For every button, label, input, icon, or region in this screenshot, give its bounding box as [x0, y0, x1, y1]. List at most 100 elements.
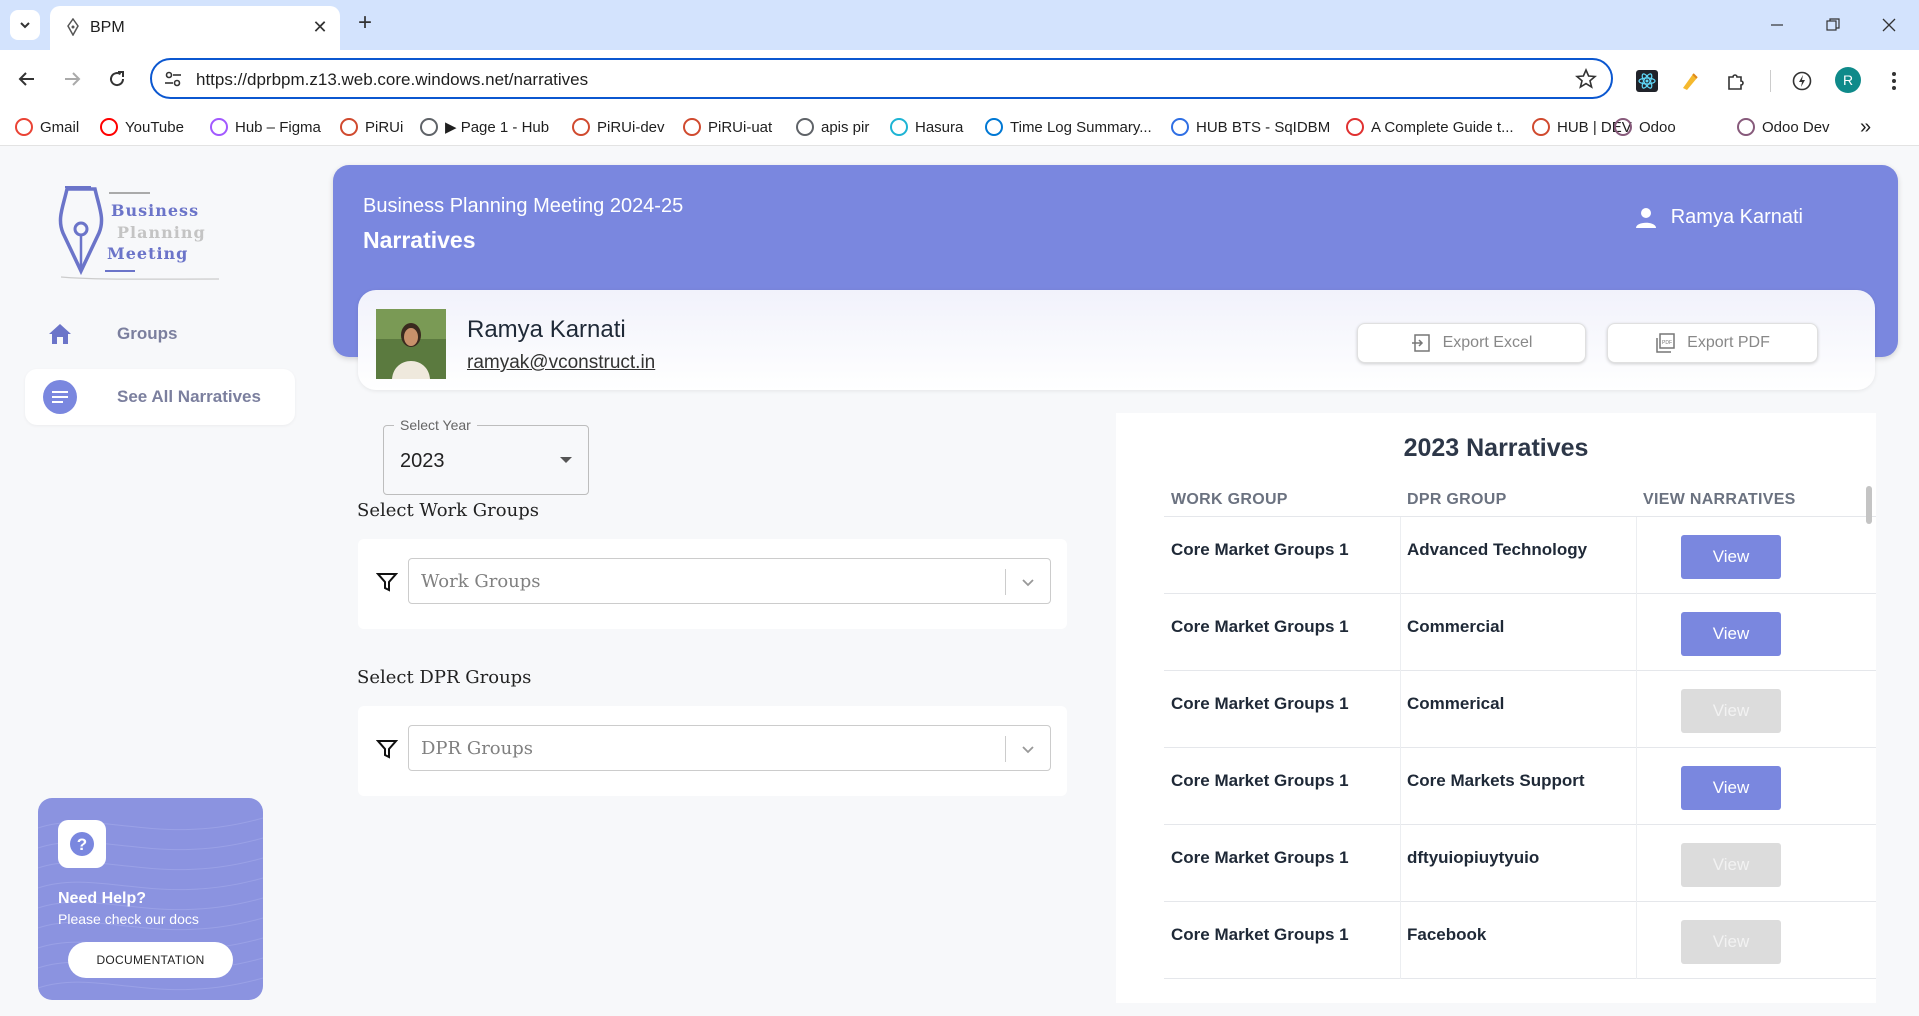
browser-menu-icon[interactable]	[1882, 69, 1906, 93]
bookmark-label: Hub – Figma	[235, 118, 321, 136]
column-header-work-group: WORK GROUP	[1171, 491, 1288, 508]
list-icon	[43, 380, 77, 414]
more-bookmarks-button[interactable]: »	[1860, 116, 1871, 138]
sidebar-item-see-all-narratives[interactable]: See All Narratives	[25, 369, 295, 425]
table-row: Core Market Groups 1 Core Markets Support…	[1164, 748, 1876, 825]
browser-toolbar: https://dprbpm.z13.web.core.windows.net/…	[0, 50, 1919, 108]
bookmark-item[interactable]: Time Log Summary...	[985, 116, 1152, 138]
select-separator	[1005, 736, 1006, 762]
back-button[interactable]	[13, 65, 41, 93]
close-icon[interactable]: ✕	[310, 17, 330, 37]
cell-work-group: Core Market Groups 1	[1171, 925, 1349, 944]
address-bar[interactable]: https://dprbpm.z13.web.core.windows.net/…	[150, 58, 1613, 99]
table-row: Core Market Groups 1 Commercial View	[1164, 594, 1876, 671]
cell-dpr-group: Advanced Technology	[1407, 540, 1588, 559]
column-divider	[1636, 594, 1637, 671]
forward-button[interactable]	[58, 65, 86, 93]
view-narrative-button[interactable]: View	[1681, 766, 1781, 810]
chevron-down-icon	[20, 22, 30, 29]
toolbar-divider	[1770, 70, 1771, 92]
bookmark-item[interactable]: PiRUi-uat	[683, 116, 772, 138]
cell-work-group: Core Market Groups 1	[1171, 540, 1349, 559]
view-narrative-button: View	[1681, 843, 1781, 887]
profile-avatar[interactable]: R	[1835, 67, 1861, 93]
db-icon	[1171, 118, 1189, 136]
column-divider	[1400, 517, 1401, 594]
profile-email-link[interactable]: ramyak@vconstruct.in	[467, 352, 655, 374]
bookmark-item[interactable]: Hasura	[890, 116, 963, 138]
documentation-button[interactable]: DOCUMENTATION	[68, 942, 233, 978]
minimize-button[interactable]	[1762, 12, 1792, 38]
view-narrative-button[interactable]: View	[1681, 535, 1781, 579]
bookmark-item[interactable]: ▶ Page 1 - Hub	[420, 116, 549, 138]
header-subtitle: Business Planning Meeting 2024-25	[363, 195, 684, 217]
bookmark-item[interactable]: apis pir	[796, 116, 869, 138]
column-header-view-narratives: VIEW NARRATIVES	[1643, 491, 1796, 508]
page-title: Narratives	[363, 227, 476, 253]
pen-icon	[796, 118, 814, 136]
bookmark-item[interactable]: Gmail	[15, 116, 79, 138]
dpr-groups-select[interactable]: DPR Groups	[408, 725, 1051, 771]
react-devtools-icon[interactable]	[1635, 69, 1659, 93]
bookmark-item[interactable]: Odoo Dev	[1737, 116, 1830, 138]
new-tab-button[interactable]: +	[352, 11, 378, 37]
svg-text:PDF: PDF	[1662, 340, 1672, 346]
bookmark-item[interactable]: PiRUi	[340, 116, 403, 138]
narratives-table-panel: 2023 Narratives WORK GROUP DPR GROUP VIE…	[1116, 413, 1876, 1003]
cell-dpr-group: dftyuiopiuytyuio	[1407, 848, 1540, 867]
pirui-icon	[1532, 118, 1550, 136]
export-excel-button[interactable]: Export Excel	[1357, 323, 1586, 363]
view-narrative-button: View	[1681, 689, 1781, 733]
year-select[interactable]: Select Year 2023	[383, 417, 589, 495]
cell-dpr-group: Core Markets Support	[1407, 771, 1585, 790]
export-pdf-button[interactable]: PDF Export PDF	[1607, 323, 1818, 363]
svg-text:?: ?	[77, 835, 87, 854]
bookmark-label: ▶ Page 1 - Hub	[445, 119, 550, 136]
tab-search-button[interactable]	[10, 10, 40, 40]
dpr-groups-filter-card: DPR Groups	[358, 706, 1067, 796]
extensions-puzzle-icon[interactable]	[1724, 69, 1748, 93]
cell-work-group: Core Market Groups 1	[1171, 617, 1349, 636]
bookmark-item[interactable]: Hub – Figma	[210, 116, 321, 138]
tab-strip: BPM ✕ +	[0, 0, 1919, 50]
bookmark-item[interactable]: Odoo	[1614, 116, 1676, 138]
tab-bpm[interactable]: BPM ✕	[50, 6, 340, 50]
chevron-down-icon	[1022, 746, 1034, 754]
cell-dpr-group: Commercial	[1407, 617, 1505, 636]
arrow-left-icon	[18, 72, 34, 86]
sidebar-item-groups[interactable]: Groups	[25, 306, 295, 362]
work-groups-select[interactable]: Work Groups	[408, 558, 1051, 604]
home-icon	[43, 317, 77, 351]
bookmark-item[interactable]: YouTube	[100, 116, 184, 138]
bookmark-item[interactable]: A Complete Guide t...	[1346, 116, 1514, 138]
arrow-right-icon	[65, 72, 81, 86]
column-divider	[1400, 902, 1401, 979]
header-user[interactable]: Ramya Karnati	[1635, 206, 1803, 229]
profile-card: Ramya Karnati ramyak@vconstruct.in Expor…	[358, 290, 1875, 390]
bookmark-label: PiRUi-dev	[597, 118, 665, 136]
bookmark-label: Hasura	[915, 118, 964, 136]
url-text[interactable]: https://dprbpm.z13.web.core.windows.net/…	[196, 70, 588, 90]
table-row: Core Market Groups 1 Facebook View	[1164, 902, 1876, 979]
year-select-label: Select Year	[394, 417, 477, 433]
bookmark-item[interactable]: HUB BTS - SqIDBM	[1171, 116, 1330, 138]
table-scrollbar[interactable]	[1866, 486, 1872, 524]
highlighter-extension-icon[interactable]	[1678, 69, 1702, 93]
restore-button[interactable]	[1818, 12, 1848, 38]
reload-button[interactable]	[103, 65, 131, 93]
bookmark-label: Odoo Dev	[1762, 118, 1830, 136]
tab-title: BPM	[90, 19, 125, 36]
asterisk-icon	[1346, 118, 1364, 136]
header-user-name: Ramya Karnati	[1670, 206, 1803, 228]
view-narrative-button[interactable]: View	[1681, 612, 1781, 656]
dpr-groups-placeholder: DPR Groups	[421, 738, 533, 759]
cell-work-group: Core Market Groups 1	[1171, 771, 1349, 790]
bookmark-item[interactable]: PiRUi-dev	[572, 116, 665, 138]
performance-icon[interactable]	[1790, 69, 1814, 93]
filter-icon	[376, 740, 398, 759]
close-window-button[interactable]	[1874, 12, 1904, 38]
column-divider	[1400, 825, 1401, 902]
video-icon	[420, 118, 438, 136]
column-divider	[1636, 748, 1637, 825]
view-narrative-button: View	[1681, 920, 1781, 964]
